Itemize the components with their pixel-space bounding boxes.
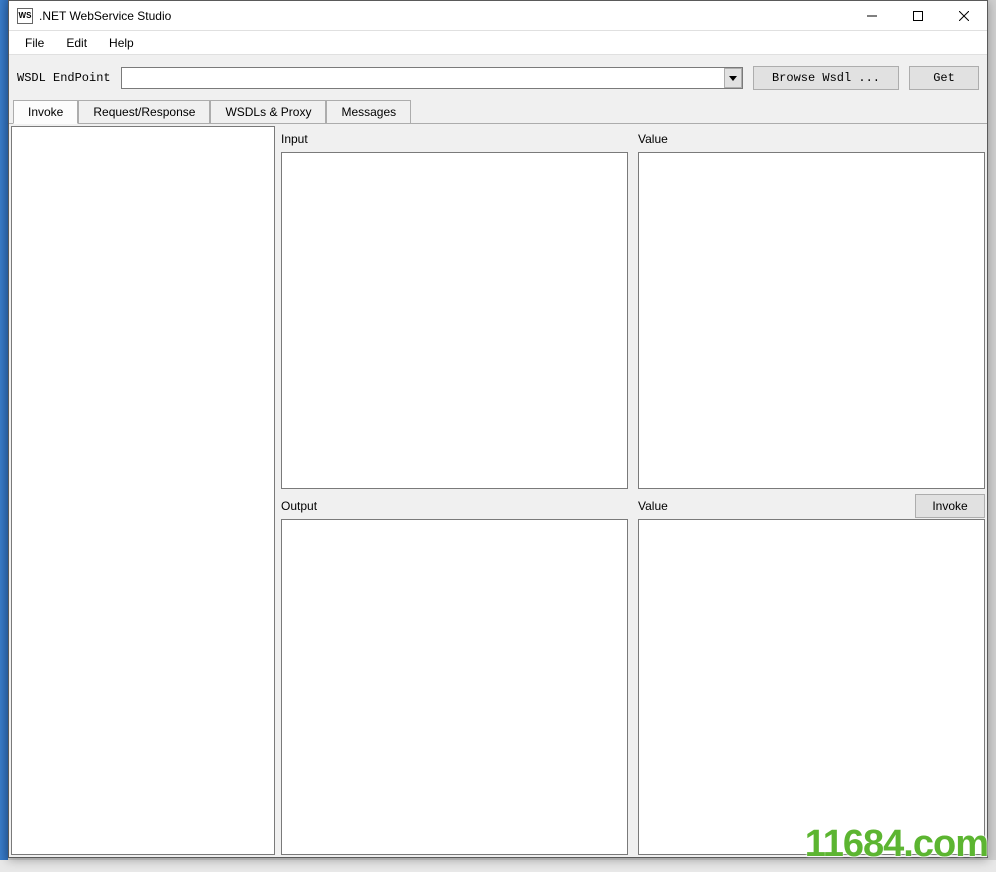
toolbar: WSDL EndPoint Browse Wsdl ... Get (9, 55, 987, 101)
value1-textbox[interactable] (638, 152, 985, 489)
menu-file[interactable]: File (17, 34, 52, 52)
minimize-button[interactable] (849, 1, 895, 30)
window-title: .NET WebService Studio (39, 9, 849, 23)
value2-section-header: Value Invoke (638, 494, 985, 518)
endpoint-dropdown-button[interactable] (724, 68, 742, 88)
output-label: Output (281, 495, 628, 517)
tab-request-response[interactable]: Request/Response (78, 100, 210, 123)
value2-textbox[interactable] (638, 519, 985, 856)
output-textbox[interactable] (281, 519, 628, 856)
menu-help[interactable]: Help (101, 34, 142, 52)
tab-invoke[interactable]: Invoke (13, 100, 78, 124)
bottom-row: Output Value Invoke (281, 493, 985, 856)
app-icon: WS (17, 8, 33, 24)
bottom-row-body (281, 519, 985, 856)
get-button[interactable]: Get (909, 66, 979, 90)
desktop-left-edge (0, 0, 8, 872)
desktop-bottom-edge (0, 860, 996, 872)
output-section-header: Output (281, 495, 628, 517)
menubar: File Edit Help (9, 31, 987, 55)
maximize-icon (913, 11, 923, 21)
input-label: Input (281, 128, 628, 150)
top-row-header: Input Value (281, 126, 985, 152)
tab-strip: Invoke Request/Response WSDLs & Proxy Me… (9, 101, 987, 123)
endpoint-label: WSDL EndPoint (17, 71, 111, 85)
tab-messages[interactable]: Messages (326, 100, 411, 123)
bottom-row-header: Output Value Invoke (281, 493, 985, 519)
minimize-icon (867, 11, 877, 21)
tab-wsdls-proxy[interactable]: WSDLs & Proxy (210, 100, 326, 123)
input-section-header: Input (281, 128, 628, 150)
app-window: WS .NET WebService Studio File Edit Help… (8, 0, 988, 858)
value2-label: Value (638, 495, 668, 517)
invoke-button[interactable]: Invoke (915, 494, 985, 518)
right-panel: Input Value Output Value (281, 126, 985, 855)
value1-section-header: Value (638, 128, 985, 150)
close-icon (959, 11, 969, 21)
tree-panel[interactable] (11, 126, 275, 855)
top-row-body (281, 152, 985, 489)
input-textbox[interactable] (281, 152, 628, 489)
close-button[interactable] (941, 1, 987, 30)
top-row: Input Value (281, 126, 985, 489)
titlebar[interactable]: WS .NET WebService Studio (9, 1, 987, 31)
endpoint-input[interactable] (121, 67, 743, 89)
value1-label: Value (638, 128, 985, 150)
endpoint-combo-wrap (121, 67, 743, 89)
content-area: Input Value Output Value (9, 123, 987, 857)
chevron-down-icon (729, 76, 737, 81)
window-controls (849, 1, 987, 30)
browse-wsdl-button[interactable]: Browse Wsdl ... (753, 66, 899, 90)
menu-edit[interactable]: Edit (58, 34, 95, 52)
maximize-button[interactable] (895, 1, 941, 30)
